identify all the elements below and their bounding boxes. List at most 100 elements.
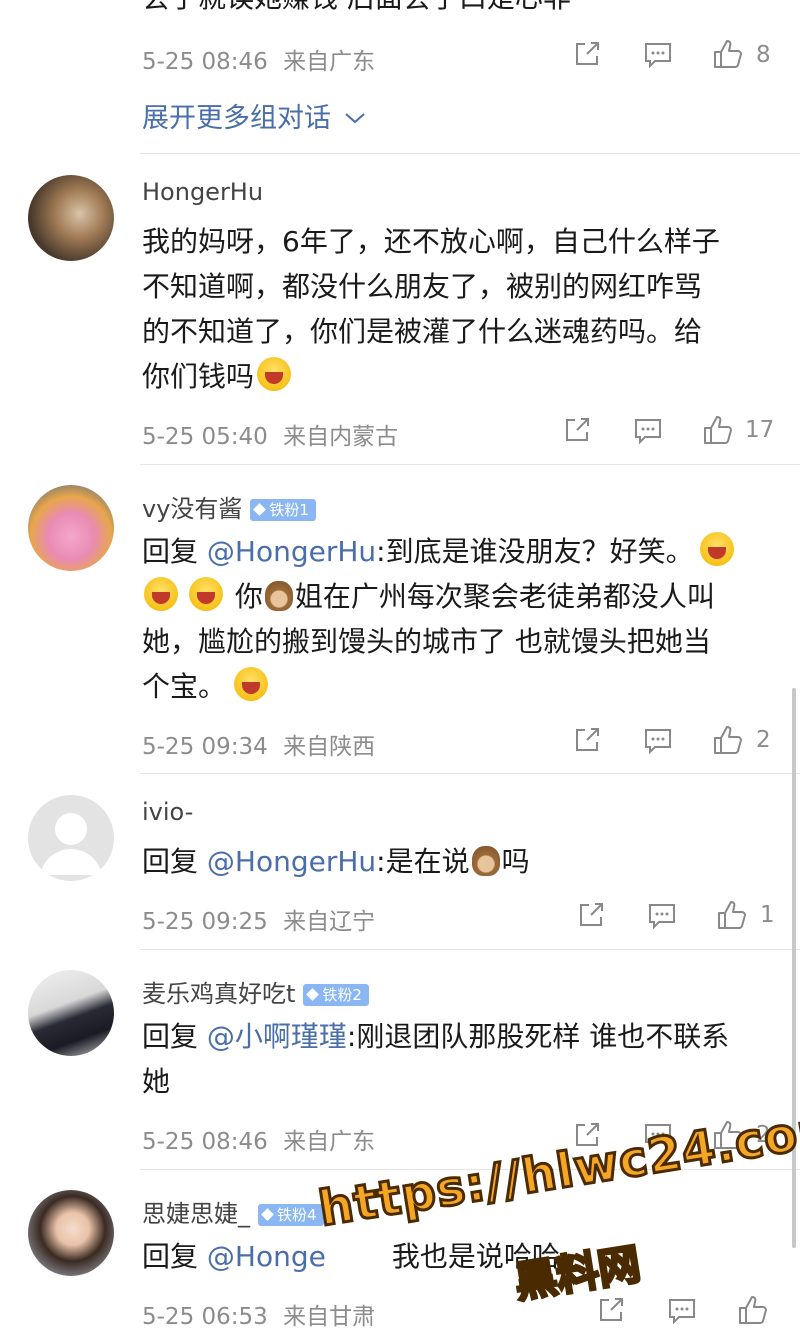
like-count: 2 <box>756 727 771 753</box>
like-icon[interactable] <box>712 38 744 74</box>
comment-location: 来自陕西 <box>283 734 376 760</box>
share-icon[interactable] <box>573 40 601 72</box>
laugh-emoji-icon <box>234 667 269 701</box>
comment-icon[interactable] <box>643 727 673 759</box>
fan-badge: 铁粉4 <box>258 1204 324 1226</box>
comment-location: 来自辽宁 <box>283 909 376 935</box>
comment-location: 来自内蒙古 <box>283 424 399 450</box>
comment-icon[interactable] <box>643 41 673 73</box>
comment-text: 我的妈呀，6年了，还不放心啊，自己什么样子 不知道啊，都没什么朋友了，被别的网红… <box>142 219 770 399</box>
reply-prefix: 回复 <box>142 535 207 568</box>
reply-prefix: 回复 <box>142 1020 207 1053</box>
mention-link[interactable]: @HongerHu <box>207 535 376 568</box>
comment-text: 回复 @HongerHu:到底是谁没朋友？好笑。 你姐在广州每次聚会老徒弟都没人… <box>142 529 770 709</box>
comment-line-text: 姐在广州每次聚会老徒弟都没人叫 <box>294 580 715 613</box>
username[interactable]: 思婕思婕_ <box>142 1200 250 1228</box>
comment-meta: 5-25 09:34 来自陕西 <box>142 727 375 761</box>
chevron-down-icon <box>340 103 366 134</box>
laugh-emoji-icon <box>699 532 734 566</box>
diamond-icon <box>306 988 320 1001</box>
share-icon[interactable] <box>573 726 601 758</box>
comment-line: 回复 @HongerHu:是在说吗 <box>142 839 770 884</box>
comment-line: 我的妈呀，6年了，还不放心啊，自己什么样子 <box>142 225 720 258</box>
comment-line-text: :是在说 <box>376 845 470 878</box>
divider <box>140 464 800 465</box>
expand-more-replies[interactable]: 展开更多组对话 <box>142 96 366 135</box>
comment-time: 5-25 09:34 <box>142 734 268 760</box>
comment-icon[interactable] <box>647 902 677 934</box>
comment-line: 她，尴尬的搬到馒头的城市了 也就馒头把她当 <box>142 625 711 658</box>
top-partial-comment-text: 会了就误她赚钱 后面会了口是心非 <box>142 0 571 18</box>
comment-line: 你姐在广州每次聚会老徒弟都没人叫 <box>142 574 770 619</box>
share-icon[interactable] <box>597 1296 625 1328</box>
like-icon[interactable] <box>737 1294 769 1330</box>
comment-line: 回复 @HongerHu:到底是谁没朋友？好笑。 <box>142 529 770 574</box>
laugh-emoji-icon <box>189 577 223 611</box>
avatar[interactable] <box>28 485 114 571</box>
laugh-emoji-icon <box>144 577 178 611</box>
comment-time: 5-25 05:40 <box>142 424 268 450</box>
username[interactable]: HongerHu <box>142 178 263 206</box>
laugh-emoji-icon <box>257 357 292 391</box>
comment-line-text: :到底是谁没朋友？好笑。 <box>376 535 694 568</box>
like-count: 8 <box>756 42 771 68</box>
diamond-icon <box>253 503 267 516</box>
comment-icon[interactable] <box>667 1297 697 1329</box>
comment-line-text: 个宝。 <box>142 670 227 703</box>
comment-line: 她 <box>142 1065 171 1098</box>
fan-badge-label: 铁粉2 <box>322 986 362 1004</box>
divider <box>140 773 800 774</box>
comment-time: 5-25 08:46 <box>142 1129 268 1155</box>
scrollbar[interactable] <box>792 688 796 1248</box>
comment-meta: 5-25 08:46 来自广东 <box>142 42 375 76</box>
comment-line: 的不知道了，你们是被灌了什么迷魂药吗。给 <box>142 315 703 348</box>
expand-label: 展开更多组对话 <box>142 103 331 134</box>
comment-text: 回复 @HongerHu:是在说吗 <box>142 839 770 884</box>
comment-text: 回复 @Honge 我也是说哈哈 <box>142 1234 770 1279</box>
mention-link[interactable]: @HongerHu <box>207 845 376 878</box>
comment-icon[interactable] <box>633 417 663 449</box>
comment-location: 来自广东 <box>283 49 376 75</box>
comment-meta: 5-25 06:53 来自甘肃 <box>142 1297 375 1331</box>
comment-time: 5-25 09:25 <box>142 909 268 935</box>
comment-line: 个宝。 <box>142 664 770 709</box>
username[interactable]: ivio- <box>142 798 193 826</box>
avatar[interactable] <box>28 1190 114 1276</box>
username[interactable]: vy没有酱 <box>142 495 242 523</box>
like-icon[interactable] <box>702 414 734 450</box>
comment-time: 5-25 08:46 <box>142 49 268 75</box>
username[interactable]: 麦乐鸡真好吃t <box>142 980 295 1008</box>
avatar[interactable] <box>28 175 114 261</box>
fan-badge-label: 铁粉1 <box>269 501 309 519</box>
username-row: 思婕思婕_ 铁粉4 <box>142 1194 324 1229</box>
fan-badge-label: 铁粉4 <box>277 1206 317 1224</box>
like-count: 1 <box>760 902 775 928</box>
avatar[interactable] <box>28 795 114 881</box>
divider <box>140 949 800 950</box>
username-row: 麦乐鸡真好吃t 铁粉2 <box>142 974 369 1009</box>
mention-link[interactable]: @Honge <box>207 1240 326 1273</box>
mention-link[interactable]: @小啊瑾瑾 <box>207 1020 347 1053</box>
comment-meta: 5-25 08:46 来自广东 <box>142 1122 375 1156</box>
fan-badge: 铁粉2 <box>303 984 369 1006</box>
like-icon[interactable] <box>712 724 744 760</box>
comment-line-text: 你 <box>234 580 263 613</box>
divider <box>140 153 800 154</box>
default-avatar-icon <box>40 813 102 875</box>
comment-time: 5-25 06:53 <box>142 1304 268 1330</box>
comment-location: 来自广东 <box>283 1129 376 1155</box>
username-row: vy没有酱 铁粉1 <box>142 489 316 524</box>
diamond-icon <box>261 1208 274 1221</box>
monkey-emoji-icon <box>264 581 293 611</box>
comment-line: 不知道啊，都没什么朋友了，被别的网红咋骂 <box>142 270 703 303</box>
share-icon[interactable] <box>563 416 591 448</box>
fan-badge: 铁粉1 <box>250 499 316 521</box>
like-icon[interactable] <box>716 899 748 935</box>
avatar[interactable] <box>28 970 114 1056</box>
comment-meta: 5-25 09:25 来自辽宁 <box>142 902 375 936</box>
share-icon[interactable] <box>577 901 605 933</box>
comment-line: 回复 @小啊瑾瑾:刚退团队那股死样 谁也不联系 <box>142 1014 770 1059</box>
comment-line: 你们钱吗 <box>142 354 770 399</box>
comment-location: 来自甘肃 <box>283 1304 376 1330</box>
comment-line: 回复 @Honge 我也是说哈哈 <box>142 1234 770 1279</box>
